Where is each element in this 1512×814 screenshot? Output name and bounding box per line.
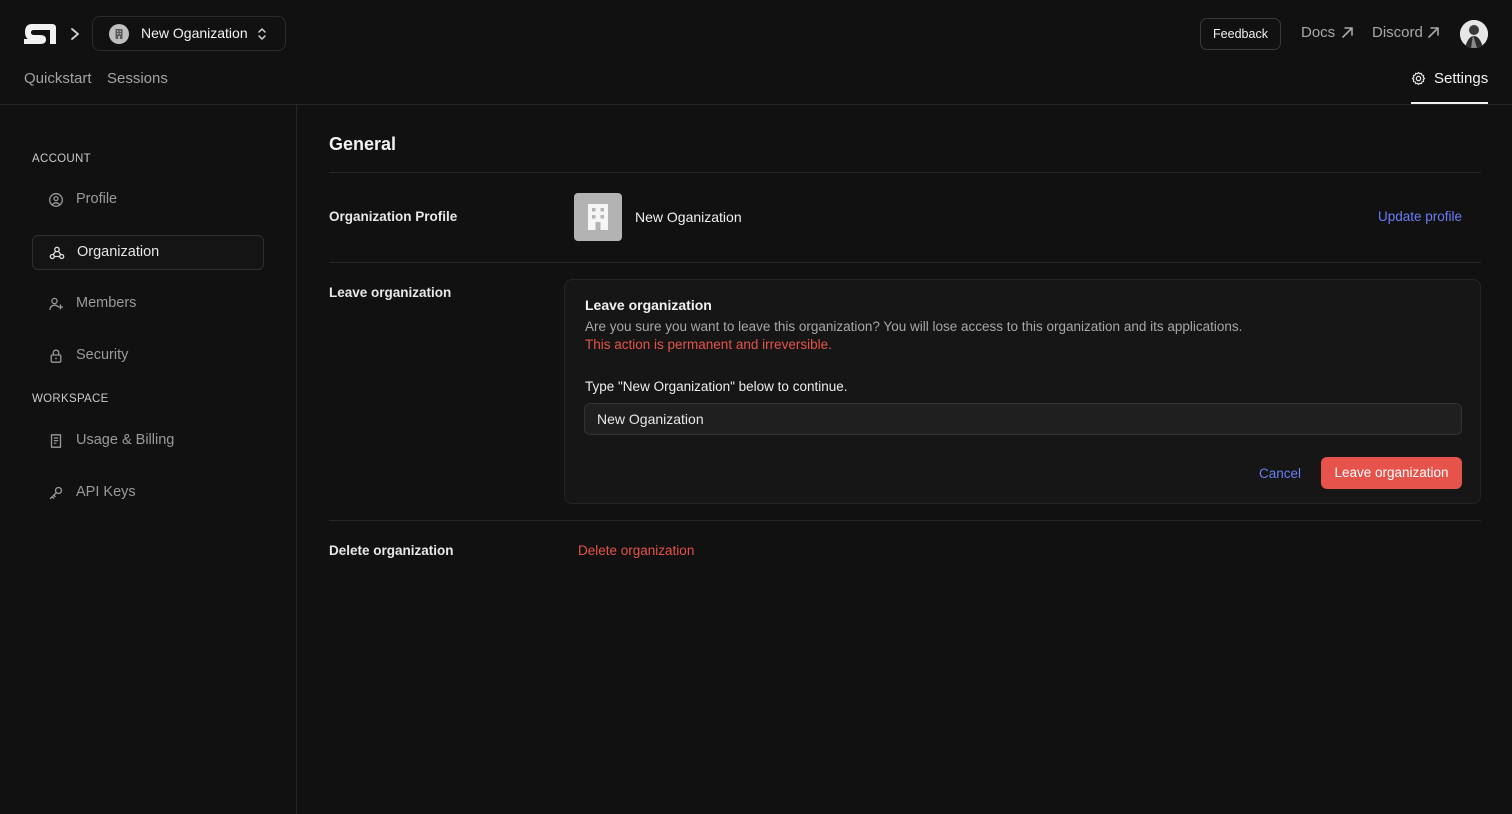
discord-link-label: Discord — [1372, 24, 1423, 41]
external-arrow-icon — [1428, 27, 1439, 38]
organization-icon — [49, 246, 65, 260]
organization-profile-label: Organization Profile — [329, 209, 458, 224]
sidebar-item-label: Security — [76, 347, 129, 363]
lock-icon — [50, 349, 62, 363]
sidebar-item-label: Organization — [77, 244, 160, 260]
sidebar-item-members[interactable]: Members — [32, 287, 264, 322]
feedback-button[interactable]: Feedback — [1200, 18, 1281, 50]
leave-organization-panel: Leave organization Are you sure you want… — [564, 279, 1481, 504]
chevron-up-down-icon — [258, 28, 266, 40]
organization-switcher[interactable]: New Oganization — [92, 16, 286, 51]
sidebar-item-api-keys[interactable]: API Keys — [32, 476, 264, 511]
organization-avatar — [109, 24, 129, 44]
logo-icon[interactable] — [23, 22, 57, 46]
panel-description: Are you sure you want to leave this orga… — [585, 319, 1243, 334]
sidebar-item-label: Profile — [76, 191, 118, 207]
divider — [329, 262, 1481, 263]
tab-settings[interactable]: Settings — [1411, 68, 1488, 104]
sidebar-item-profile[interactable]: Profile — [32, 183, 264, 218]
sidebar-item-usage-billing[interactable]: Usage & Billing — [32, 424, 264, 459]
user-plus-icon — [49, 297, 63, 311]
key-icon — [49, 486, 63, 500]
sidebar-section-account: ACCOUNT — [32, 153, 91, 165]
gear-icon — [1411, 71, 1426, 86]
user-circle-icon — [49, 193, 63, 207]
confirm-organization-input[interactable] — [584, 403, 1462, 435]
update-profile-link[interactable]: Update profile — [1378, 209, 1462, 224]
organization-switcher-name: New Oganization — [141, 25, 248, 41]
delete-organization-label: Delete organization — [329, 543, 454, 558]
tab-settings-label: Settings — [1434, 70, 1489, 87]
building-icon — [115, 29, 123, 39]
docs-link-label: Docs — [1301, 24, 1336, 41]
tab-quickstart[interactable]: Quickstart — [24, 70, 92, 87]
leave-organization-button[interactable]: Leave organization — [1321, 457, 1462, 489]
leave-organization-label: Leave organization — [329, 285, 452, 300]
delete-organization-link[interactable]: Delete organization — [578, 543, 694, 558]
sidebar-item-label: Usage & Billing — [76, 432, 175, 448]
divider — [329, 172, 1481, 173]
user-photo-icon — [1460, 20, 1488, 48]
docs-link[interactable]: Docs — [1301, 24, 1353, 41]
top-bar: New Oganization Feedback Docs Discord Qu… — [0, 0, 1512, 105]
organization-avatar-large — [574, 193, 622, 241]
external-arrow-icon — [1342, 27, 1353, 38]
user-avatar[interactable] — [1460, 20, 1488, 48]
discord-link[interactable]: Discord — [1372, 24, 1439, 41]
building-icon — [588, 204, 608, 230]
panel-title: Leave organization — [585, 297, 712, 313]
organization-profile-name: New Oganization — [635, 209, 742, 225]
receipt-icon — [50, 434, 62, 448]
chevron-right-icon — [71, 28, 79, 40]
sidebar-item-organization[interactable]: Organization — [32, 235, 264, 270]
sidebar: ACCOUNT Profile Organization Members Sec… — [0, 105, 297, 814]
sidebar-section-workspace: WORKSPACE — [32, 393, 109, 405]
tab-sessions[interactable]: Sessions — [107, 70, 168, 87]
divider — [329, 520, 1481, 521]
page-title: General — [329, 134, 397, 154]
sidebar-item-label: API Keys — [76, 484, 136, 500]
panel-warning: This action is permanent and irreversibl… — [585, 337, 832, 352]
confirm-prompt: Type "New Organization" below to continu… — [585, 379, 848, 394]
sidebar-item-label: Members — [76, 295, 137, 311]
cancel-button[interactable]: Cancel — [1259, 466, 1301, 481]
sidebar-item-security[interactable]: Security — [32, 339, 264, 374]
